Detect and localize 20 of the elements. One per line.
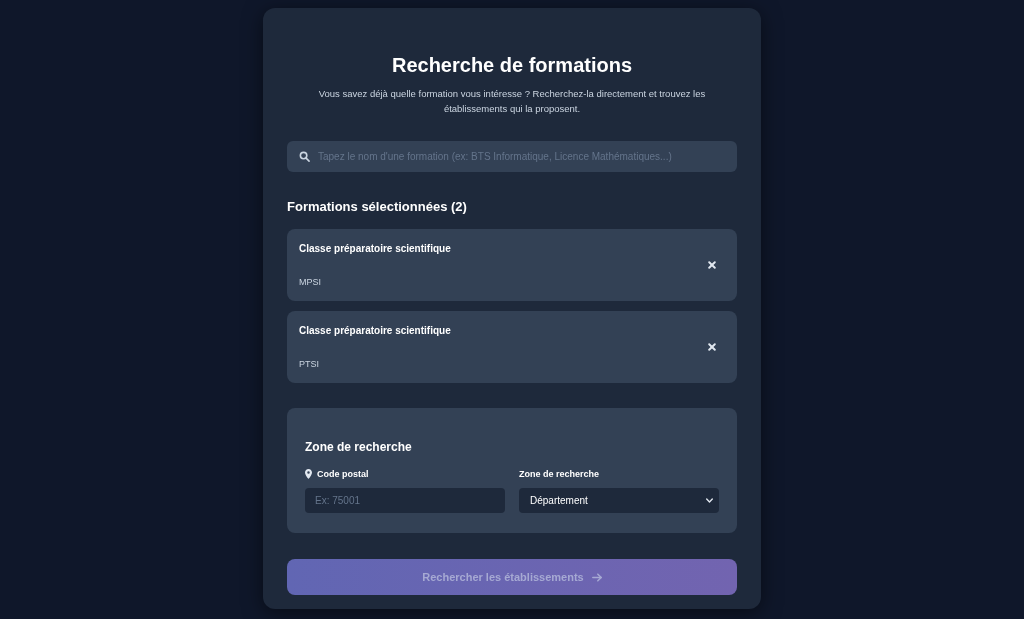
zone-heading: Zone de recherche xyxy=(305,439,413,455)
field-label: Code postal xyxy=(317,468,369,480)
page-subtitle: Vous savez déjà quelle formation vous intéresse ? Recherchez-la directement et trouvez les établissements qui la proposent. xyxy=(317,87,707,116)
formation-title: Classe préparatoire scientifique xyxy=(299,242,452,255)
formation-code: MPSI xyxy=(299,276,322,288)
arrow-right-icon xyxy=(591,572,602,582)
postal-code-field[interactable]: Ex: 75001 xyxy=(305,488,505,513)
field-label: Zone de recherche xyxy=(519,468,601,480)
close-icon xyxy=(708,261,716,269)
map-pin-icon xyxy=(305,469,312,479)
remove-button[interactable] xyxy=(705,258,719,272)
zone-dropdown[interactable]: Département xyxy=(519,488,719,513)
close-icon xyxy=(708,343,716,351)
section-heading: Formations sélectionnées (2) xyxy=(287,199,468,215)
formation-title: Classe préparatoire scientifique xyxy=(299,324,452,337)
remove-button[interactable] xyxy=(705,340,719,354)
page-title: Recherche de formations xyxy=(390,53,634,78)
search-icon xyxy=(299,151,310,162)
chevron-down-icon xyxy=(706,498,713,503)
formation-code: PTSI xyxy=(299,358,320,370)
